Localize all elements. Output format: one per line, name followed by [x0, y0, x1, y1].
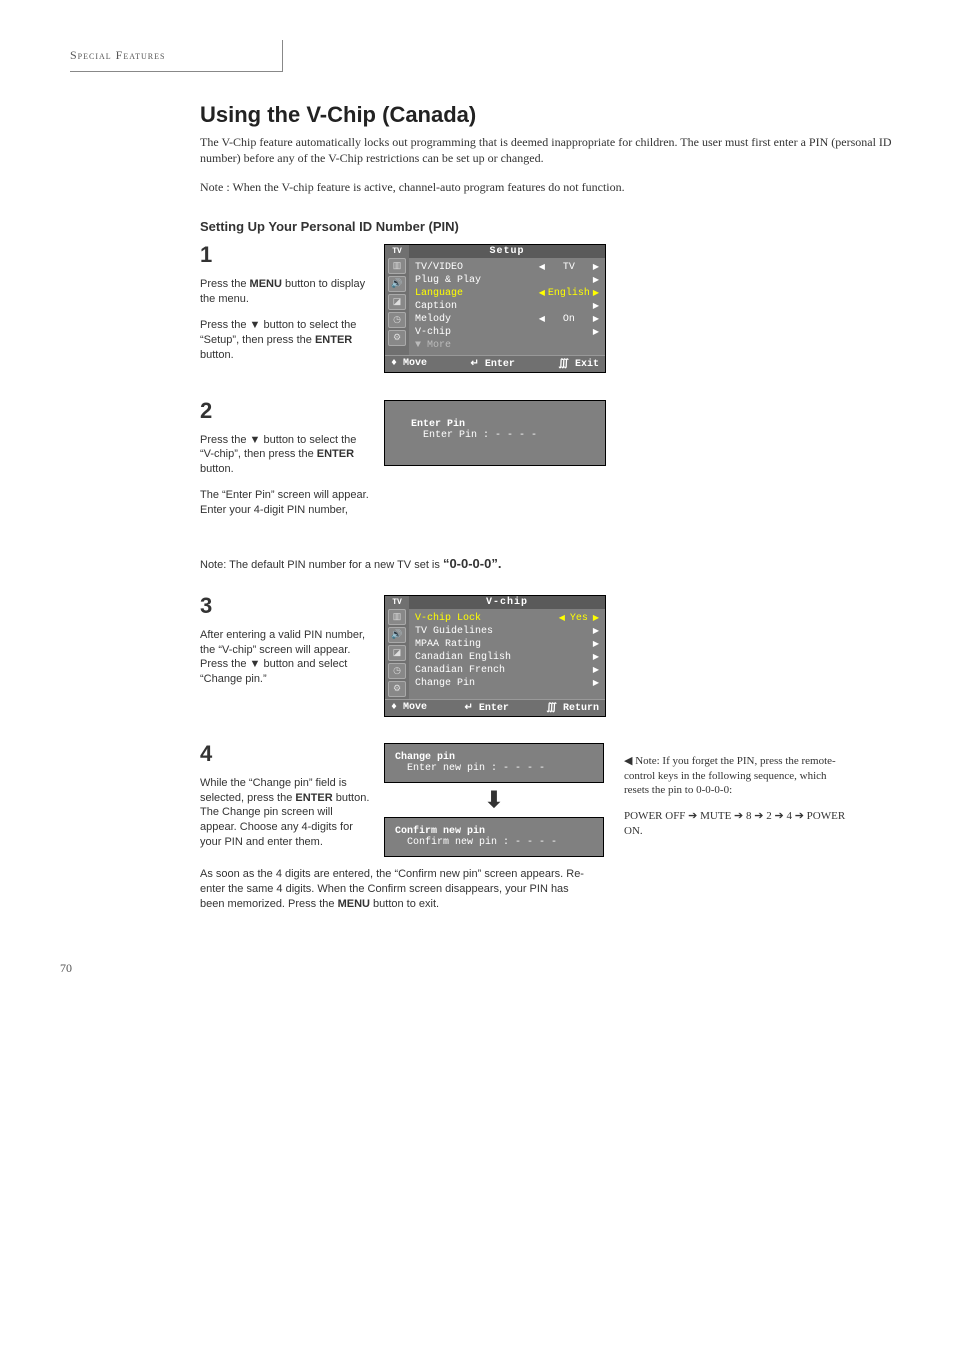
- osd-tab: TV: [392, 598, 402, 607]
- sound-icon: 🔊: [388, 276, 406, 292]
- default-pin-note: Note: The default PIN number for a new T…: [200, 555, 595, 573]
- top-note: Note : When the V-chip feature is active…: [200, 180, 910, 195]
- step-number: 2: [200, 400, 370, 422]
- step-text: Press the ▼ button to select the “V-chip…: [200, 433, 370, 478]
- osd-title: Setup: [409, 245, 605, 258]
- channel-icon: ◪: [388, 645, 406, 661]
- osd-change-pin: Change pin Enter new pin : - - - -: [384, 743, 604, 783]
- timer-icon: ◷: [388, 312, 406, 328]
- step-text: While the “Change pin” field is selected…: [200, 776, 370, 850]
- running-head: Special Features: [70, 40, 283, 72]
- step-number: 1: [200, 244, 370, 266]
- osd-setup: TV ▥ 🔊 ◪ ◷ ⚙ Setup TV/VIDEO◀TV▶ Plug & P…: [384, 244, 606, 373]
- down-arrow-icon: ⬇: [485, 789, 503, 811]
- step-number: 4: [200, 743, 370, 765]
- section-heading: Setting Up Your Personal ID Number (PIN): [200, 219, 910, 234]
- setup-icon: ⚙: [388, 681, 406, 697]
- page-number: 70: [60, 961, 910, 976]
- step-1: 1 Press the MENU button to display the m…: [200, 244, 910, 373]
- osd-tab: TV: [392, 247, 402, 256]
- setup-icon: ⚙: [388, 330, 406, 346]
- osd-menu: V-chip Lock◀Yes▶ TV Guidelines▶ MPAA Rat…: [409, 609, 605, 693]
- step-4: 4 While the “Change pin” field is select…: [200, 743, 910, 861]
- channel-icon: ◪: [388, 294, 406, 310]
- osd-footer: ♦ Move↵ Enter∭ Exit: [385, 355, 605, 372]
- step4-postnote: As soon as the 4 digits are entered, the…: [200, 867, 595, 912]
- osd-menu: TV/VIDEO◀TV▶ Plug & Play▶ Language◀Engli…: [409, 258, 605, 355]
- osd-footer: ♦ Move↵ Enter∭ Return: [385, 699, 605, 716]
- picture-icon: ▥: [388, 258, 406, 274]
- osd-title: V-chip: [409, 596, 605, 609]
- step-text: After entering a valid PIN number, the “…: [200, 628, 370, 687]
- picture-icon: ▥: [388, 609, 406, 625]
- timer-icon: ◷: [388, 663, 406, 679]
- step-text: Press the ▼ button to select the “Setup”…: [200, 318, 370, 363]
- osd-enter-pin: Enter Pin Enter Pin : - - - -: [384, 400, 606, 466]
- sound-icon: 🔊: [388, 627, 406, 643]
- step-text: The “Enter Pin” screen will appear. Ente…: [200, 488, 370, 518]
- step-text: Press the MENU button to display the men…: [200, 277, 370, 307]
- step-number: 3: [200, 595, 370, 617]
- step-2: 2 Press the ▼ button to select the “V-ch…: [200, 400, 910, 529]
- side-note: ◀ Note: If you forget the PIN, press the…: [624, 743, 854, 850]
- osd-vchip: TV ▥ 🔊 ◪ ◷ ⚙ V-chip V-chip Lock◀Yes▶ TV …: [384, 595, 606, 717]
- step-3: 3 After entering a valid PIN number, the…: [200, 595, 910, 717]
- page-title: Using the V-Chip (Canada): [200, 102, 910, 128]
- osd-confirm-pin: Confirm new pin Confirm new pin : - - - …: [384, 817, 604, 857]
- intro-paragraph: The V-Chip feature automatically locks o…: [200, 134, 910, 166]
